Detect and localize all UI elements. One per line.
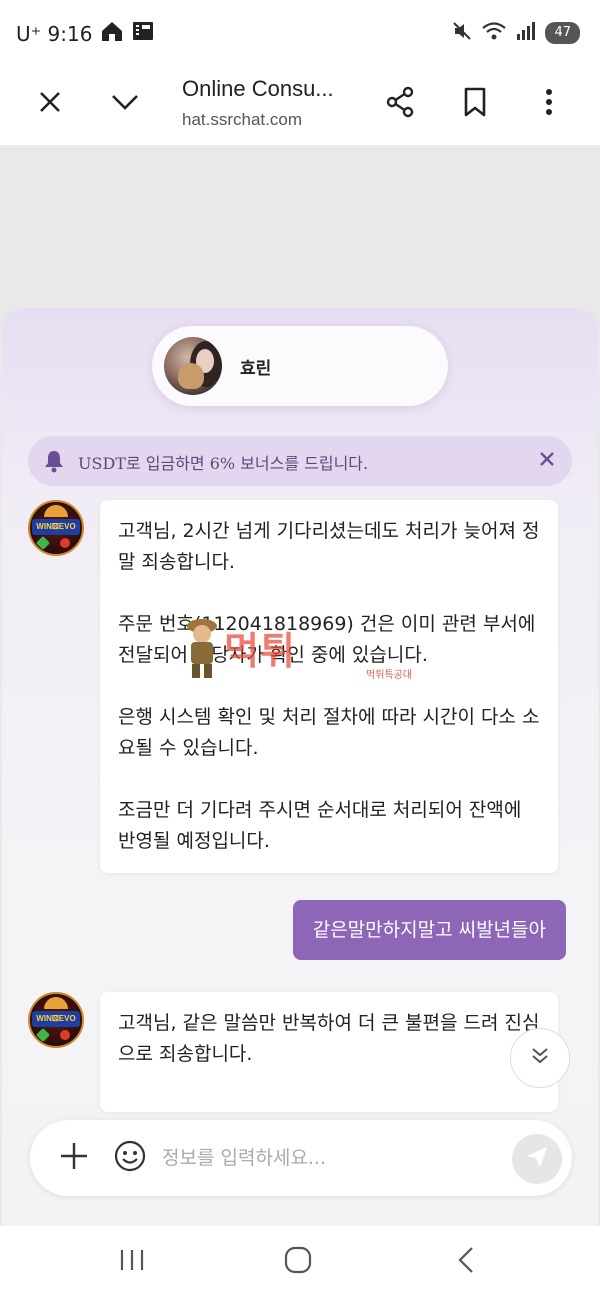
emoji-button[interactable] <box>112 1140 148 1176</box>
close-button[interactable] <box>28 82 72 126</box>
emoji-icon <box>114 1140 146 1176</box>
page-title[interactable]: Online Consu... <box>182 76 362 102</box>
message-paragraph: 조금만 더 기다려 주시면 순서대로 처리되어 잔액에 반영될 예정입니다. <box>118 799 522 852</box>
agent-header: 효린 <box>152 326 448 406</box>
home-circle-icon <box>284 1246 312 1278</box>
chevron-down-icon <box>111 93 139 115</box>
chat-panel: 효린 USDT로 입금하면 6% 보너스를 드립니다. WIN⚄EVO 고객님,… <box>2 308 598 1226</box>
status-left: U⁺ 9:16 <box>16 20 154 47</box>
notice-text: USDT로 입금하면 6% 보너스를 드립니다. <box>78 454 369 473</box>
back-chevron-icon <box>457 1246 475 1278</box>
attach-button[interactable] <box>56 1140 92 1176</box>
close-icon <box>539 451 555 471</box>
bookmark-icon <box>463 87 487 121</box>
avatar <box>164 337 222 395</box>
mute-icon <box>451 20 473 46</box>
home-icon <box>100 20 124 47</box>
more-vert-icon <box>545 88 553 120</box>
wifi-icon <box>481 20 507 46</box>
carrier-time: U⁺ 9:16 <box>16 21 93 46</box>
bot-avatar: WIN⚄EVO <box>28 500 84 556</box>
message-composer <box>30 1120 572 1196</box>
more-menu-button[interactable] <box>527 82 571 126</box>
message-paragraph: 주문 번호(112041818969) 건은 이미 관련 부서에 전달되어 담당… <box>118 613 536 666</box>
signal-icon <box>515 20 537 46</box>
chat-message-bot: 고객님, 2시간 넘게 기다리셨는데도 처리가 늦어져 정말 죄송합니다. 주문… <box>100 500 558 873</box>
message-input[interactable] <box>162 1140 502 1176</box>
recent-apps-button[interactable] <box>110 1242 154 1282</box>
message-paragraph: 고객님, 2시간 넘게 기다리셨는데도 처리가 늦어져 정말 죄송합니다. <box>118 520 540 573</box>
battery-indicator: 47 <box>545 22 580 44</box>
agent-name: 효린 <box>240 359 272 379</box>
home-button[interactable] <box>276 1242 320 1282</box>
status-right: 47 <box>451 20 580 46</box>
double-chevron-down-icon <box>530 1046 550 1070</box>
bell-icon <box>42 449 66 477</box>
send-icon <box>525 1145 549 1173</box>
message-paragraph: 고객님, 같은 말씀만 반복하여 더 큰 불편을 드려 진심으로 죄송합니다. <box>118 1012 540 1065</box>
close-icon <box>38 90 62 118</box>
page-url[interactable]: hat.ssrchat.com <box>182 110 362 130</box>
system-nav-bar <box>0 1226 600 1300</box>
bot-avatar: WIN⚄EVO <box>28 992 84 1048</box>
collapse-button[interactable] <box>103 82 147 126</box>
status-bar: U⁺ 9:16 47 <box>0 0 600 64</box>
bookmark-button[interactable] <box>453 82 497 126</box>
chat-message-bot: 고객님, 같은 말씀만 반복하여 더 큰 불편을 드려 진심으로 죄송합니다. <box>100 992 558 1112</box>
plus-icon <box>59 1141 89 1175</box>
notice-close-button[interactable] <box>534 448 560 474</box>
share-button[interactable] <box>378 82 422 126</box>
back-button[interactable] <box>444 1242 488 1282</box>
notice-banner: USDT로 입금하면 6% 보너스를 드립니다. <box>28 436 572 486</box>
message-paragraph: 은행 시스템 확인 및 처리 절차에 따라 시간이 다소 소요될 수 있습니다. <box>118 706 540 759</box>
chat-message-user: 같은말만하지말고 씨발년들아 <box>292 900 566 960</box>
send-button[interactable] <box>512 1134 562 1184</box>
scroll-to-bottom-button[interactable] <box>510 1028 570 1088</box>
card-icon <box>132 20 154 47</box>
recent-apps-icon <box>119 1248 145 1276</box>
share-icon <box>385 86 415 122</box>
browser-toolbar: Online Consu... hat.ssrchat.com <box>0 64 600 146</box>
